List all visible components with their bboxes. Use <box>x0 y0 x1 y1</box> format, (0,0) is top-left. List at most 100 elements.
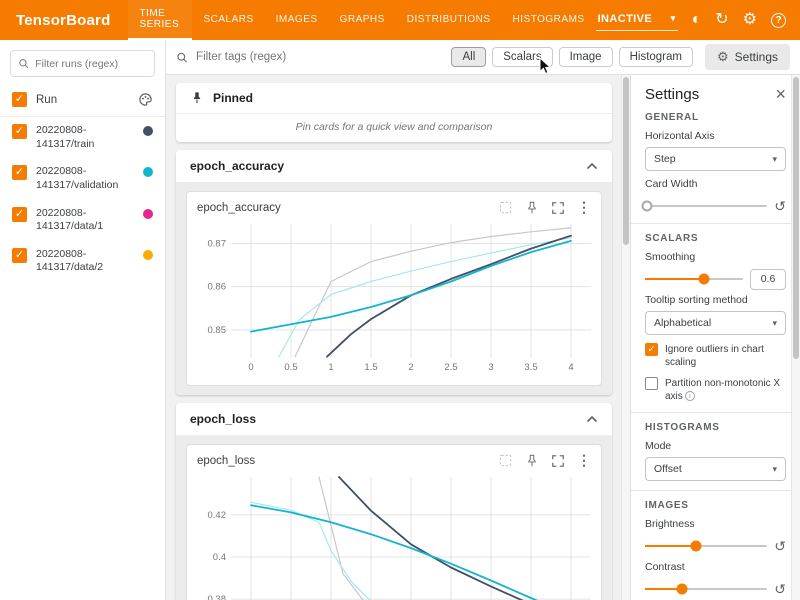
chart-card-title: epoch_accuracy <box>197 202 281 214</box>
tab-scalars[interactable]: SCALARS <box>192 0 264 40</box>
pin-icon <box>190 91 204 105</box>
run-label-data-1: 20220808-141317/data/1 <box>36 207 134 234</box>
tab-distributions[interactable]: DISTRIBUTIONS <box>396 0 502 40</box>
smoothing-value-input[interactable]: 0.6 <box>750 269 786 290</box>
contrast-theme-icon[interactable]: ◐ <box>692 12 702 28</box>
close-icon[interactable]: × <box>775 85 786 103</box>
run-checkbox-validation[interactable]: ✓ <box>12 165 27 180</box>
settings-panel: Settings × GENERAL Horizontal Axis Step … <box>630 75 800 600</box>
run-label-data-2: 20220808-141317/data/2 <box>36 248 134 275</box>
brightness-slider-thumb[interactable] <box>691 541 702 552</box>
section-header-epoch-loss[interactable]: epoch_loss <box>176 403 612 435</box>
contrast-slider[interactable] <box>645 588 767 590</box>
settings-heading-general: GENERAL <box>645 112 786 123</box>
collapse-chevron-icon[interactable] <box>586 412 598 426</box>
fit-to-data-icon[interactable] <box>498 453 513 468</box>
reload-status-dropdown[interactable]: INACTIVE ▾ <box>596 10 678 31</box>
reset-icon[interactable]: ↺ <box>774 582 786 596</box>
epoch-loss-chart[interactable]: 00.511.522.533.540.360.380.40.42 <box>197 471 591 600</box>
contrast-control: ↺ <box>645 581 786 597</box>
chip-histogram[interactable]: Histogram <box>619 47 693 67</box>
run-row-train[interactable]: ✓ 20220808-141317/train <box>0 117 165 158</box>
more-vert-icon[interactable]: ⋮ <box>577 452 591 469</box>
epoch-accuracy-chart[interactable]: 00.511.522.533.540.850.860.87 <box>197 218 591 381</box>
tab-graphs[interactable]: GRAPHS <box>329 0 396 40</box>
help-icon[interactable]: ? <box>771 13 786 28</box>
svg-text:4: 4 <box>568 362 573 373</box>
settings-button[interactable]: ⚙ Settings <box>705 44 790 70</box>
settings-heading-histograms: HISTOGRAMS <box>645 422 786 433</box>
cards-scrollbar-thumb[interactable] <box>623 77 629 245</box>
chart-card-header: epoch_accuracy ⋮ <box>197 199 591 216</box>
svg-text:0.86: 0.86 <box>208 282 227 293</box>
settings-button-label: Settings <box>735 50 778 64</box>
run-color-dot-train <box>143 126 153 136</box>
run-row-data-1[interactable]: ✓ 20220808-141317/data/1 <box>0 200 165 241</box>
divider <box>631 412 800 413</box>
settings-panel-header: Settings × <box>645 85 786 103</box>
tab-time-series[interactable]: TIME SERIES <box>128 0 192 40</box>
section-header-epoch-accuracy[interactable]: epoch_accuracy <box>176 150 612 182</box>
smoothing-control: 0.6 <box>645 271 786 287</box>
palette-icon[interactable] <box>138 92 153 107</box>
info-icon: i <box>685 391 695 401</box>
run-color-dot-data-2 <box>143 250 153 260</box>
tab-histograms[interactable]: HISTOGRAMS <box>502 0 596 40</box>
run-row-validation[interactable]: ✓ 20220808-141317/validation <box>0 158 165 199</box>
reset-icon[interactable]: ↺ <box>774 199 786 213</box>
fullscreen-icon[interactable] <box>551 454 565 468</box>
tooltip-sort-select[interactable]: Alphabetical ▾ <box>645 311 786 335</box>
partition-x-axis-checkbox[interactable] <box>645 377 658 390</box>
top-app-bar: TensorBoard TIME SERIES SCALARS IMAGES G… <box>0 0 800 40</box>
svg-text:0: 0 <box>248 362 253 373</box>
chart-card-title: epoch_loss <box>197 455 255 467</box>
run-color-dot-validation <box>143 167 153 177</box>
fullscreen-icon[interactable] <box>551 201 565 215</box>
chip-scalars[interactable]: Scalars <box>492 47 552 67</box>
svg-text:3: 3 <box>488 362 493 373</box>
fit-to-data-icon[interactable] <box>498 200 513 215</box>
run-row-data-2[interactable]: ✓ 20220808-141317/data/2 <box>0 241 165 282</box>
partition-x-axis-row: Partition non-monotonic X axisi <box>645 377 786 403</box>
main-column: All Scalars Image Histogram ⚙ Settings <box>166 40 800 600</box>
tab-images[interactable]: IMAGES <box>265 0 329 40</box>
runs-header-label: Run <box>36 94 129 106</box>
gear-icon[interactable]: ⚙ <box>743 12 757 28</box>
chip-all[interactable]: All <box>451 47 486 67</box>
pin-card-icon[interactable] <box>525 201 539 215</box>
histogram-mode-select[interactable]: Offset ▾ <box>645 457 786 481</box>
chip-image[interactable]: Image <box>559 47 613 67</box>
card-width-slider[interactable] <box>645 205 767 207</box>
collapse-chevron-icon[interactable] <box>586 159 598 173</box>
contrast-slider-thumb[interactable] <box>676 584 687 595</box>
tags-filter-input[interactable] <box>196 51 451 63</box>
run-checkbox-train[interactable]: ✓ <box>12 124 27 139</box>
svg-text:0.85: 0.85 <box>208 325 227 336</box>
chevron-down-icon: ▾ <box>772 464 777 475</box>
app-title: TensorBoard <box>0 12 128 29</box>
more-vert-icon[interactable]: ⋮ <box>577 199 591 216</box>
run-checkbox-data-1[interactable]: ✓ <box>12 207 27 222</box>
settings-scrollbar-thumb[interactable] <box>793 77 799 359</box>
card-width-slider-thumb[interactable] <box>642 201 653 212</box>
runs-filter-box <box>10 50 155 77</box>
brightness-slider[interactable] <box>645 545 767 547</box>
smoothing-slider[interactable] <box>645 278 743 280</box>
svg-text:0.5: 0.5 <box>284 362 297 373</box>
smoothing-slider-thumb[interactable] <box>698 274 709 285</box>
ignore-outliers-checkbox[interactable]: ✓ <box>645 343 658 356</box>
runs-filter-input[interactable] <box>35 58 147 70</box>
settings-scrollbar <box>791 75 800 600</box>
search-icon <box>176 51 188 64</box>
reset-icon[interactable]: ↺ <box>774 539 786 553</box>
pin-card-icon[interactable] <box>525 454 539 468</box>
refresh-icon[interactable]: ↻ <box>715 12 728 28</box>
horizontal-axis-select[interactable]: Step ▾ <box>645 147 786 171</box>
runs-master-checkbox[interactable]: ✓ <box>12 92 27 107</box>
section-body-epoch-accuracy: epoch_accuracy ⋮ 00.511.522.533.540.850.… <box>176 182 612 395</box>
chart-card-epoch-loss: epoch_loss ⋮ 00.511.522.533.540.360.380.… <box>186 444 602 600</box>
run-label-validation: 20220808-141317/validation <box>36 165 134 192</box>
run-checkbox-data-2[interactable]: ✓ <box>12 248 27 263</box>
brightness-label: Brightness <box>645 518 786 530</box>
brightness-slider-fill <box>645 545 696 547</box>
